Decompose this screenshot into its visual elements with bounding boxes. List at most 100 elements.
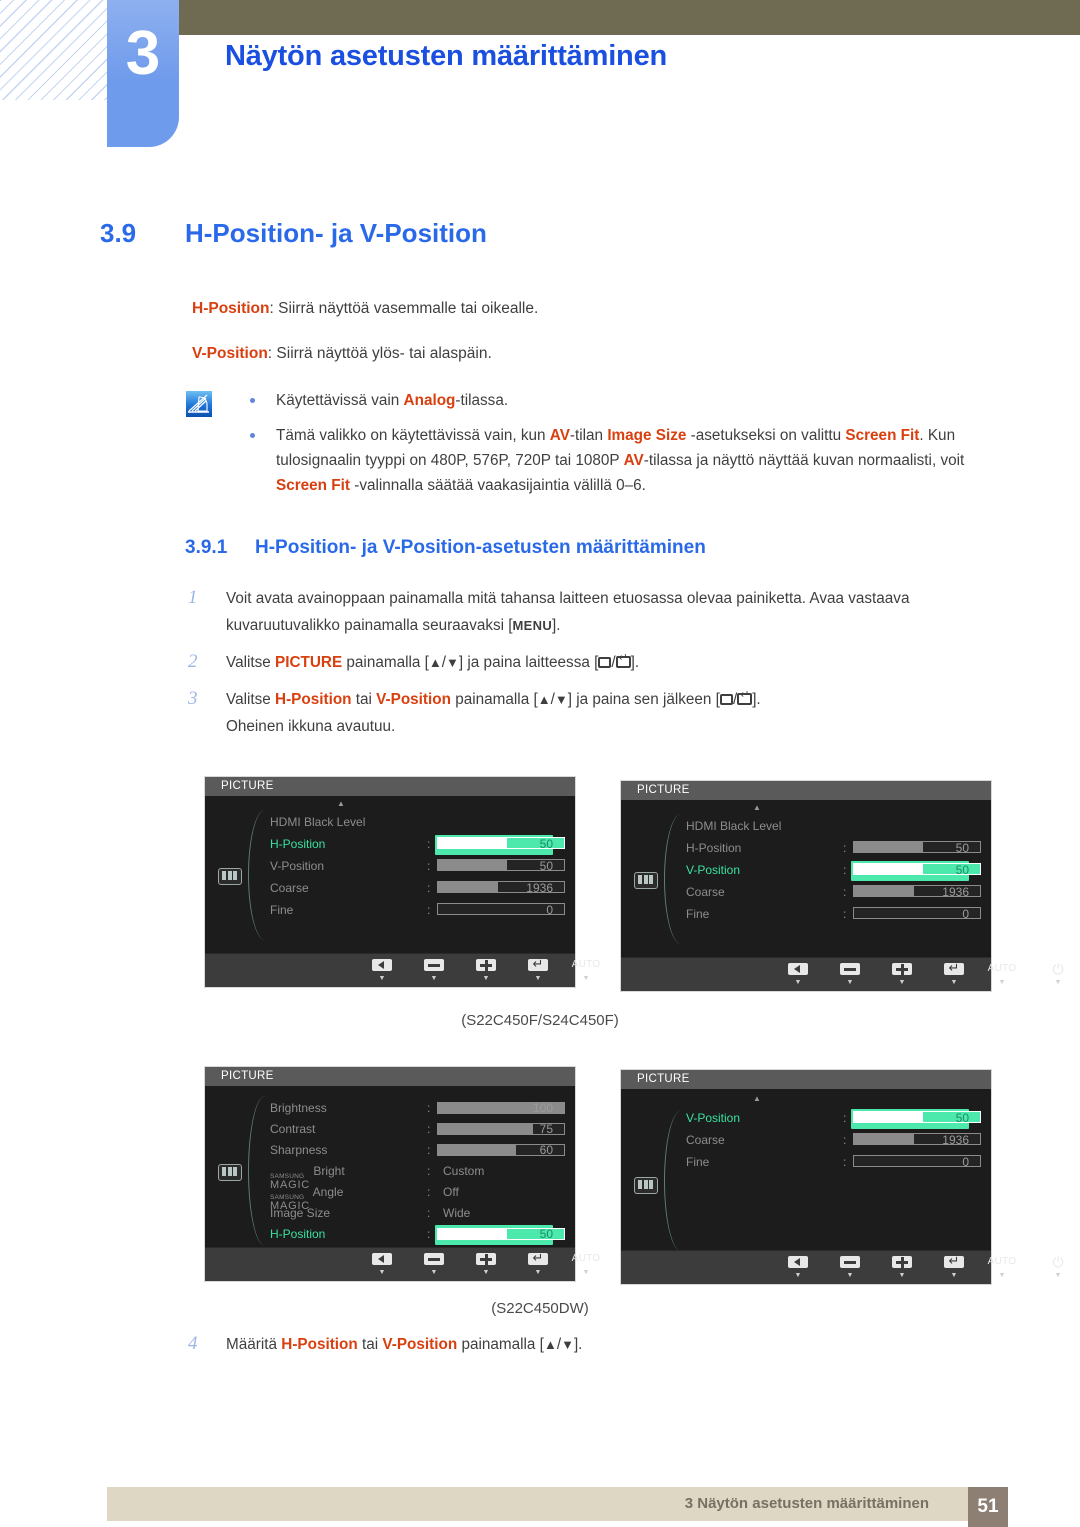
osd-menu-row[interactable]: H-Position: 50: [205, 1224, 575, 1245]
up-arrow-icon: ▲: [428, 655, 442, 670]
osd-row-colon: :: [843, 885, 847, 899]
auto-button-label: AUTO: [987, 963, 1017, 974]
osd-slider-fill: [438, 838, 508, 848]
osd-minus-button[interactable]: ▼: [417, 959, 451, 984]
osd-auto-button[interactable]: AUTO ▼: [569, 1253, 603, 1278]
button-down-indicator-icon: ▼: [846, 979, 854, 986]
osd-row-colon: :: [427, 903, 431, 917]
step-text: Valitse: [226, 654, 276, 671]
osd-menu-row[interactable]: H-Position: 50: [621, 837, 991, 859]
osd-menu-row[interactable]: V-Position: 50: [621, 859, 991, 881]
osd-menu-row[interactable]: SAMSUNG MAGIC Angle: Off: [205, 1182, 575, 1212]
osd-menu-row[interactable]: V-Position: 50: [205, 855, 575, 877]
osd-menu-row[interactable]: Fine: 0: [205, 899, 575, 921]
osd-plus-button[interactable]: ▼: [469, 959, 503, 984]
osd-plus-button[interactable]: ▼: [885, 1256, 919, 1281]
osd-power-button[interactable]: ⏻▼: [1041, 962, 1075, 988]
osd-left-arrow-button[interactable]: ▼: [365, 959, 399, 984]
osd-button-bar: ▼▼▼▼AUTO▼⏻▼: [205, 1247, 648, 1281]
osd-enter-return-button[interactable]: ▼: [521, 1248, 555, 1278]
left-arrow-icon: [788, 1256, 808, 1268]
note-highlight-term: AV: [549, 427, 570, 444]
minus-icon: [840, 963, 860, 975]
button-down-indicator-icon: ▼: [482, 975, 490, 982]
model-caption-bottom: (S22C450DW): [491, 1300, 589, 1317]
osd-scroll-up-arrow[interactable]: ▲: [337, 800, 345, 808]
osd-left-arrow-button[interactable]: ▼: [365, 1253, 399, 1278]
osd-minus-button[interactable]: ▼: [833, 963, 867, 988]
osd-row-colon: :: [843, 863, 847, 877]
step-text: ].: [552, 617, 561, 634]
step-highlight-term: V-Position: [376, 691, 451, 708]
osd-button-bar: ▼▼▼▼AUTO▼⏻▼: [621, 1250, 1064, 1284]
step-number: 1: [188, 587, 198, 608]
osd-enter-return-button[interactable]: ▼: [521, 954, 555, 984]
minus-icon: [424, 1253, 444, 1265]
enter-button-icon: [615, 652, 631, 668]
osd-slider-value: 0: [962, 907, 969, 921]
button-down-indicator-icon: ▼: [430, 975, 438, 982]
osd-left-arrow-button[interactable]: ▼: [781, 1256, 815, 1281]
up-arrow-icon: ▲: [543, 1337, 557, 1352]
osd-menu-row[interactable]: V-Position: 50: [621, 1107, 991, 1129]
osd-row-label: Brightness: [270, 1101, 327, 1115]
osd-menu-row[interactable]: Coarse: 1936: [621, 1129, 991, 1151]
osd-enter-return-button[interactable]: ▼: [937, 958, 971, 988]
osd-auto-button[interactable]: AUTO ▼: [985, 963, 1019, 988]
osd-slider-value: 1936: [942, 1133, 969, 1147]
section-heading: 3.9 H-Position- ja V-Position: [100, 218, 487, 249]
osd-minus-button[interactable]: ▼: [833, 1256, 867, 1281]
osd-enter-return-button[interactable]: ▼: [937, 1251, 971, 1281]
osd-plus-button[interactable]: ▼: [469, 1253, 503, 1278]
osd-menu-row[interactable]: Sharpness: 60: [205, 1140, 575, 1161]
osd-menu-row[interactable]: H-Position: 50: [205, 833, 575, 855]
osd-slider-value: 60: [539, 1143, 553, 1157]
osd-auto-button[interactable]: AUTO ▼: [569, 959, 603, 984]
note-item: Tämä valikko on käytettävissä vain, kun …: [244, 423, 1019, 498]
step-extra-text: Oheinen ikkuna avautuu.: [226, 718, 396, 735]
enter-button-icon: [737, 689, 753, 705]
osd-slider-fill: [438, 882, 499, 892]
step-item: 1 Voit avata avainoppaan painamalla mitä …: [188, 585, 1018, 639]
osd-auto-button[interactable]: AUTO ▼: [985, 1256, 1019, 1281]
osd-menu-row[interactable]: Brightness: 100: [205, 1098, 575, 1119]
osd-body: ▲ HDMI Black Level H-Position:50 V-Positio…: [621, 800, 991, 977]
osd-menu-row[interactable]: Coarse: 1936: [205, 877, 575, 899]
left-arrow-icon: [372, 1253, 392, 1265]
osd-body: ▲ HDMI Black Level H-Position:50 V-Positio…: [205, 796, 575, 973]
osd-menu-row[interactable]: Contrast: 75: [205, 1119, 575, 1140]
step-4-container: 4 Määritä H-Position tai V-Position paina…: [188, 1331, 1018, 1368]
osd-menu-row[interactable]: HDMI Black Level: [205, 811, 575, 833]
step-highlight-term: PICTURE: [275, 654, 343, 671]
button-down-indicator-icon: ▼: [534, 975, 542, 982]
osd-row-colon: :: [843, 1133, 847, 1147]
osd-row-colon: :: [427, 1185, 431, 1199]
button-down-indicator-icon: ▼: [378, 975, 386, 982]
button-down-indicator-icon: ▼: [846, 1272, 854, 1279]
osd-slider-value: 50: [539, 837, 553, 851]
osd-left-arrow-button[interactable]: ▼: [781, 963, 815, 988]
button-down-indicator-icon: ▼: [534, 1269, 542, 1276]
osd-row-list: HDMI Black Level H-Position:50 V-Position:…: [621, 815, 991, 925]
osd-scroll-up-arrow[interactable]: ▲: [753, 804, 761, 812]
note-text: -asetukseksi on valittu: [686, 427, 846, 444]
osd-menu-row[interactable]: Coarse: 1936: [621, 881, 991, 903]
osd-slider-value: 1936: [526, 881, 553, 895]
step-item: 2 Valitse PICTURE painamalla [▲ / ▼] ja pai…: [188, 649, 1018, 676]
osd-scroll-up-arrow[interactable]: ▲: [753, 1095, 761, 1103]
osd-row-label: V-Position: [686, 1111, 741, 1125]
osd-menu-row[interactable]: Fine: 0: [621, 1151, 991, 1173]
osd-menu-row[interactable]: HDMI Black Level: [621, 815, 991, 837]
osd-menu-row[interactable]: SAMSUNG MAGIC Bright: Custom: [205, 1161, 575, 1191]
osd-menu-row[interactable]: Image Size: Wide: [205, 1203, 575, 1224]
button-down-indicator-icon: ▼: [794, 1272, 802, 1279]
source-button-icon: [598, 657, 612, 668]
osd-menu-row[interactable]: Fine: 0: [621, 903, 991, 925]
page-number-badge: 51: [968, 1487, 1008, 1527]
button-down-indicator-icon: ▼: [582, 1269, 590, 1276]
osd-row-label: V-Position: [270, 859, 325, 873]
osd-power-button[interactable]: ⏻▼: [1041, 1255, 1075, 1281]
osd-plus-button[interactable]: ▼: [885, 963, 919, 988]
osd-minus-button[interactable]: ▼: [417, 1253, 451, 1278]
osd-row-label-suffix: Bright: [310, 1164, 345, 1178]
